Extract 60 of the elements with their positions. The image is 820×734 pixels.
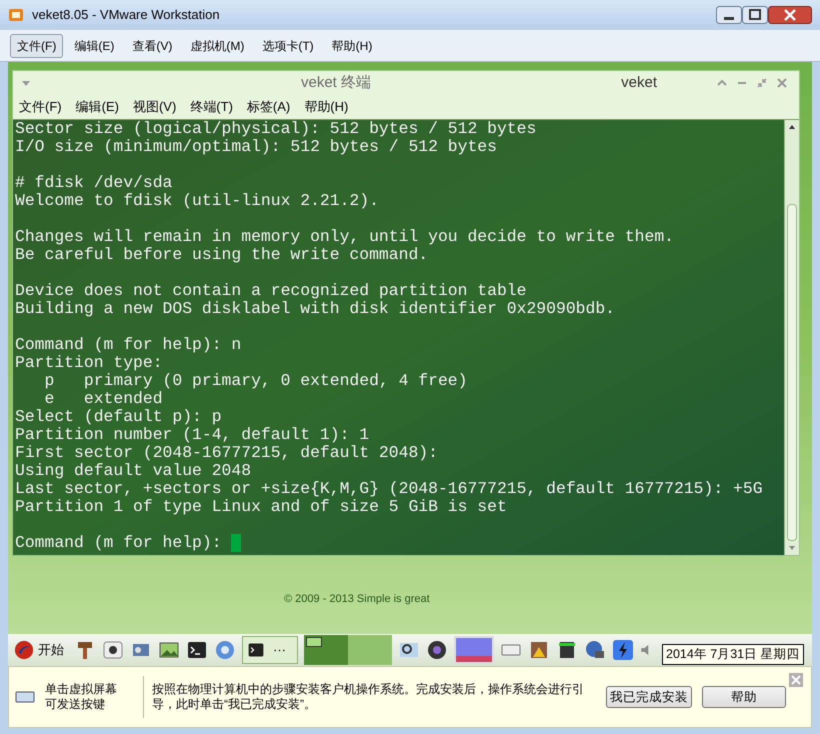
terminal-line: Command (m for help): n bbox=[15, 336, 242, 354]
scrollbar[interactable] bbox=[784, 120, 799, 555]
terminal-line: Using default value 2048 bbox=[15, 462, 252, 480]
menu-item[interactable]: 标签(A) bbox=[246, 97, 290, 117]
workspace[interactable] bbox=[304, 635, 348, 665]
terminal-line: Last sector, +sectors or +size{K,M,G} (2048-16777215, default 16777215): +5G bbox=[15, 480, 763, 498]
cpu-meter-icon bbox=[454, 636, 494, 664]
terminal-line: Command (m for help): bbox=[15, 534, 223, 552]
menu-item[interactable]: 终端(T) bbox=[190, 97, 233, 117]
copyright-text: © 2009 - 2013 Simple is great bbox=[284, 593, 430, 605]
menu-item[interactable]: 选项卡(T) bbox=[255, 34, 321, 58]
terminal-line: p primary (0 primary, 0 extended, 4 free) bbox=[44, 372, 468, 390]
terminal-line: Select (default p): p bbox=[15, 408, 222, 426]
maximize-icon[interactable] bbox=[742, 6, 768, 24]
terminal-line: Changes will remain in memory only, until you decide to write them. bbox=[15, 228, 674, 246]
terminal-line: Device does not contain a recognized partition table bbox=[15, 282, 526, 300]
globe-icon[interactable] bbox=[214, 639, 236, 661]
minimize-icon[interactable] bbox=[716, 6, 742, 24]
terminal-line: Partition 1 of type Linux and of size 5 GiB is set bbox=[15, 498, 507, 516]
terminal-line: Sector size (logical/physical): 512 bytes / 512 bytes bbox=[15, 120, 536, 138]
menu-item[interactable]: 文件(F) bbox=[10, 34, 64, 58]
camera-icon[interactable] bbox=[426, 639, 448, 661]
terminal-icon[interactable] bbox=[186, 639, 208, 661]
start-button[interactable]: 开始 bbox=[14, 640, 68, 660]
keyboard-tip: 可发送按键 bbox=[45, 697, 106, 712]
menu-item[interactable]: 编辑(E) bbox=[67, 34, 122, 58]
terminal-line: Building a new DOS disklabel with disk identifier 0x29090bdb. bbox=[15, 300, 615, 318]
terminal-line: First sector (2048-16777215, default 2048): bbox=[15, 444, 438, 462]
menu-item[interactable]: 帮助(H) bbox=[324, 34, 380, 58]
terminal-line: Welcome to fdisk (util-linux 2.21.2). bbox=[15, 192, 379, 210]
terminal-line: # fdisk /dev/sda bbox=[15, 174, 172, 192]
app-icon[interactable] bbox=[102, 639, 124, 661]
menu-item[interactable]: 帮助(H) bbox=[304, 97, 348, 117]
terminal-line: I/O size (minimum/optimal): 512 bytes / 512 bytes bbox=[15, 138, 497, 156]
menu-item[interactable]: 虚拟机(M) bbox=[183, 34, 252, 58]
network-icon[interactable] bbox=[584, 639, 606, 661]
warning-icon[interactable] bbox=[528, 639, 550, 661]
app-icon bbox=[8, 7, 24, 23]
menu-item[interactable]: 查看(V) bbox=[125, 34, 180, 58]
terminal-title: veket 终端 bbox=[301, 72, 372, 93]
window-title: veket8.05 - VMware Workstation bbox=[32, 6, 220, 24]
dialog-button[interactable]: 我已完成安装 bbox=[606, 686, 692, 708]
start-logo-icon bbox=[14, 640, 34, 660]
task-button[interactable]: ··· bbox=[242, 636, 298, 664]
terminal-line: Partition type: bbox=[15, 354, 163, 372]
menu-item[interactable]: 文件(F) bbox=[19, 97, 62, 117]
lightning-icon[interactable] bbox=[612, 639, 634, 661]
install-message: 按照在物理计算机中的步骤安装客户机操作系统。完成安装后，操作系统会进行引导，此时单击“我已完成安装”。 bbox=[152, 682, 585, 712]
menu-item[interactable]: 编辑(E) bbox=[76, 97, 119, 117]
terminal-line: e extended bbox=[44, 390, 163, 408]
terminal-line: Be careful before using the write command. bbox=[15, 246, 428, 264]
terminal-icon bbox=[247, 641, 265, 659]
terminal-host: veket bbox=[621, 72, 657, 93]
close-icon[interactable] bbox=[768, 6, 812, 24]
menu-item[interactable]: 视图(V) bbox=[132, 97, 176, 117]
chip-icon[interactable] bbox=[556, 639, 578, 661]
dialog-button[interactable]: 帮助 bbox=[702, 686, 786, 708]
terminal-line: Partition number (1-4, default 1): 1 bbox=[15, 426, 370, 444]
keyboard-tip: 单击虚拟屏幕 bbox=[45, 682, 118, 697]
clock-tooltip: 2014年 7月31日 星期四 bbox=[662, 644, 804, 665]
